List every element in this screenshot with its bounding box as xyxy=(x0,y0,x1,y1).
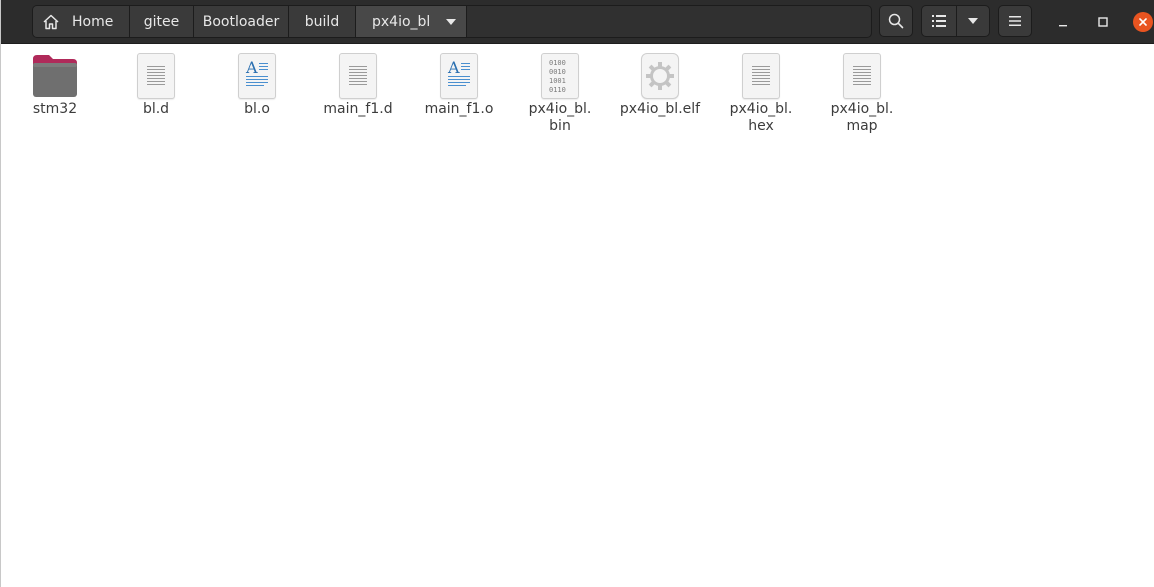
file-name: px4io_bl. bin xyxy=(528,101,592,134)
chevron-down-icon xyxy=(446,18,457,25)
file-name: stm32 xyxy=(32,101,78,117)
list-view-button[interactable] xyxy=(922,6,956,36)
file-item-main-f1-o[interactable]: A main_f1.o xyxy=(411,52,507,118)
object-file-icon: A xyxy=(440,53,478,99)
path-bar: Home gitee Bootloader build px4io_bl xyxy=(32,5,872,38)
file-manager-window: Home gitee Bootloader build px4io_bl stm… xyxy=(0,0,1154,587)
executable-gear-icon xyxy=(641,53,679,99)
file-name: bl.o xyxy=(244,101,270,117)
file-item-bl-d[interactable]: bl.d xyxy=(108,52,204,118)
header-bar: Home gitee Bootloader build px4io_bl xyxy=(1,0,1154,44)
file-icon-view: stm32 bl.d A bl.o main_f1.d A main_f1.o … xyxy=(1,45,1154,587)
file-name: px4io_bl.elf xyxy=(619,101,701,117)
breadcrumb-bootloader[interactable]: Bootloader xyxy=(194,6,289,37)
breadcrumb-label: gitee xyxy=(143,13,180,30)
text-file-icon xyxy=(137,53,175,99)
hamburger-menu-icon xyxy=(1009,16,1021,26)
svg-text:0100: 0100 xyxy=(549,59,566,67)
file-name: main_f1.d xyxy=(323,101,393,117)
view-toggle-group xyxy=(921,5,990,37)
binary-file-icon: 0100 0010 1001 0110 xyxy=(541,53,579,99)
file-name: main_f1.o xyxy=(424,101,494,117)
object-file-icon: A xyxy=(238,53,276,99)
text-file-icon xyxy=(742,53,780,99)
breadcrumb-current-folder[interactable]: px4io_bl xyxy=(356,6,467,37)
list-view-icon xyxy=(931,15,946,27)
close-button-circle xyxy=(1133,12,1153,32)
file-item-px4io-bl-bin[interactable]: 0100 0010 1001 0110 px4io_bl. bin xyxy=(512,52,608,135)
svg-text:A: A xyxy=(245,58,258,77)
text-file-icon xyxy=(843,53,881,99)
close-button[interactable] xyxy=(1130,9,1154,35)
view-options-button[interactable] xyxy=(955,6,990,36)
breadcrumb-gitee[interactable]: gitee xyxy=(130,6,194,37)
breadcrumb-build[interactable]: build xyxy=(289,6,356,37)
breadcrumb-label: Bootloader xyxy=(202,13,280,30)
close-icon xyxy=(1139,18,1147,26)
maximize-icon xyxy=(1098,17,1108,27)
svg-text:A: A xyxy=(447,58,460,77)
maximize-button[interactable] xyxy=(1090,9,1116,35)
svg-text:0010: 0010 xyxy=(549,68,566,76)
file-item-px4io-bl-hex[interactable]: px4io_bl. hex xyxy=(713,52,809,135)
text-file-icon xyxy=(339,53,377,99)
svg-text:0110: 0110 xyxy=(549,86,566,94)
main-menu-button[interactable] xyxy=(998,5,1032,37)
breadcrumb-label: build xyxy=(304,13,340,30)
file-item-px4io-bl-map[interactable]: px4io_bl. map xyxy=(814,52,910,135)
breadcrumb-label: Home xyxy=(72,13,114,30)
breadcrumb-label: px4io_bl xyxy=(372,13,431,30)
breadcrumb-home[interactable]: Home xyxy=(33,6,130,37)
file-name: px4io_bl. hex xyxy=(729,101,793,134)
search-button[interactable] xyxy=(879,5,913,37)
file-item-stm32[interactable]: stm32 xyxy=(7,52,103,118)
minimize-button[interactable] xyxy=(1050,9,1076,35)
search-icon xyxy=(888,13,904,29)
svg-text:1001: 1001 xyxy=(549,77,566,85)
file-name: bl.d xyxy=(142,101,170,117)
file-item-px4io-bl-elf[interactable]: px4io_bl.elf xyxy=(612,52,708,118)
minimize-icon xyxy=(1059,25,1067,27)
chevron-down-icon xyxy=(967,18,978,24)
file-name: px4io_bl. map xyxy=(830,101,894,134)
file-item-bl-o[interactable]: A bl.o xyxy=(209,52,305,118)
file-item-main-f1-d[interactable]: main_f1.d xyxy=(310,52,406,118)
folder-icon xyxy=(33,55,77,97)
home-icon xyxy=(43,14,59,29)
